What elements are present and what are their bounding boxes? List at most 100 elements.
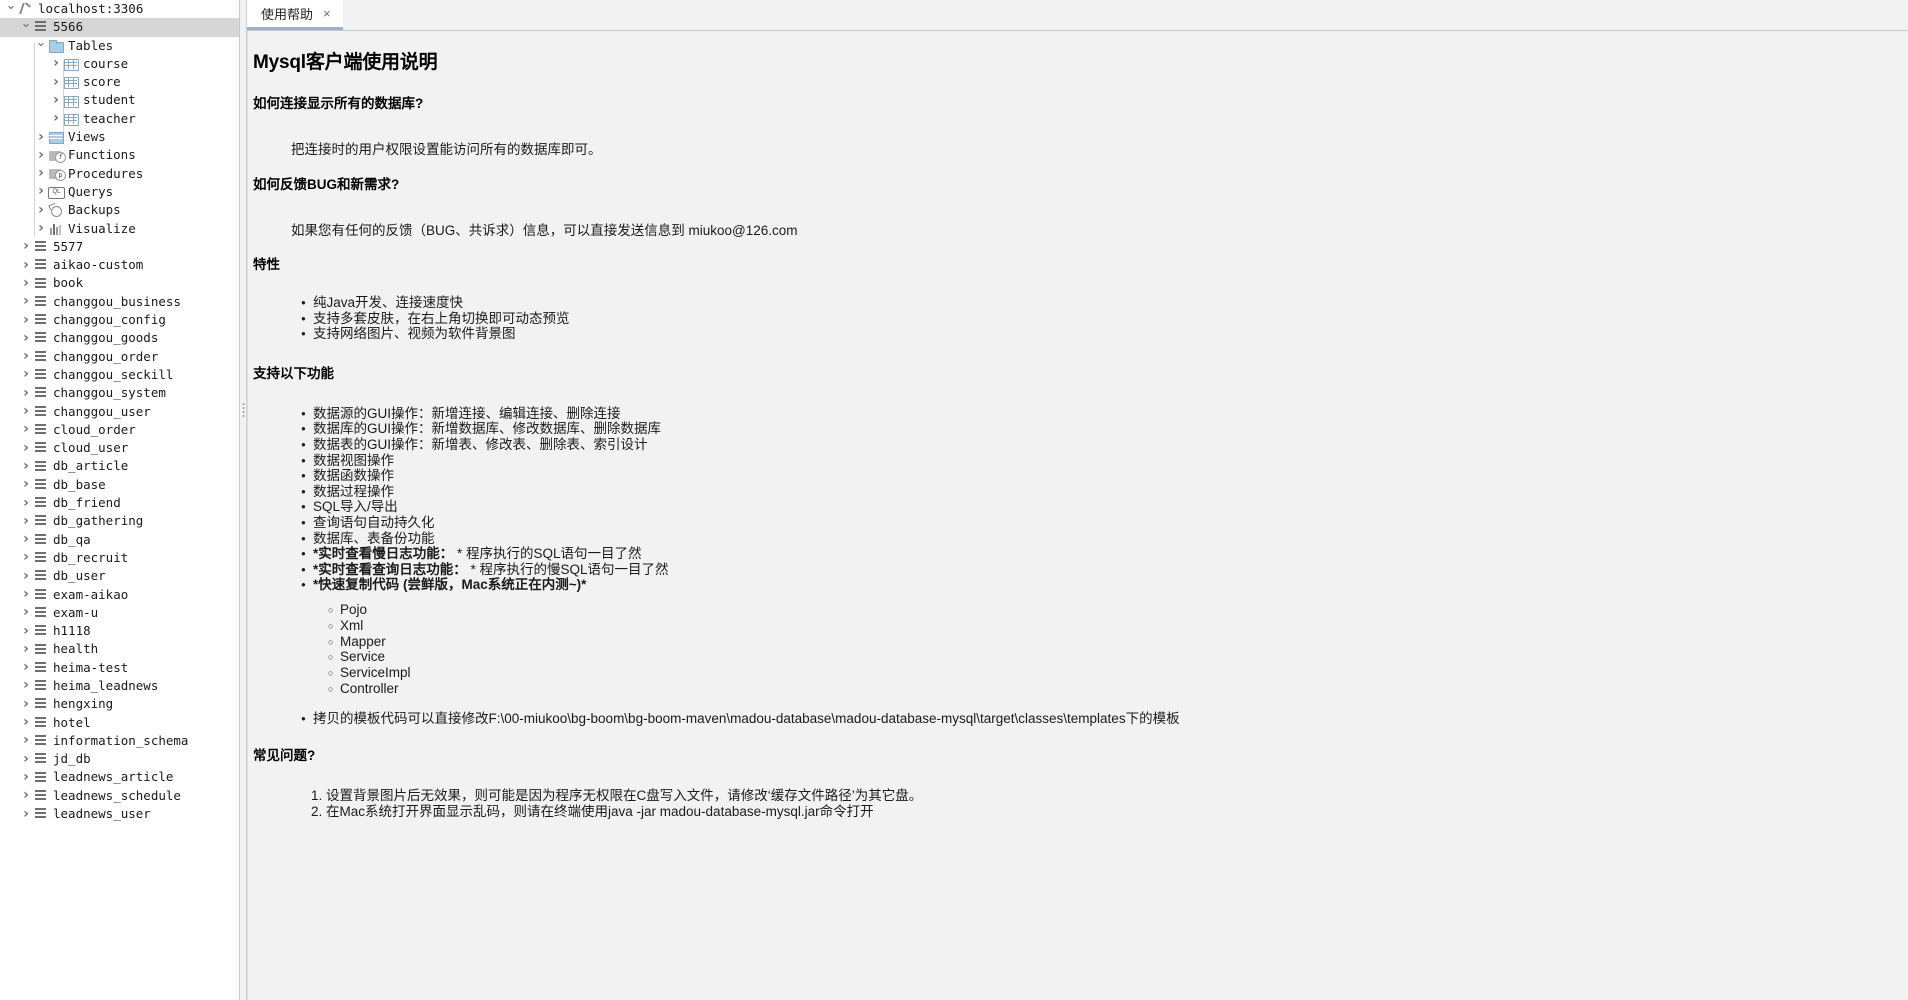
database-tree-sidebar[interactable]: localhost:3306 5566 Tables course score stude… <box>0 0 240 1000</box>
chevron-right-icon[interactable] <box>19 237 33 256</box>
tree-node-leadnews_user[interactable]: leadnews_user <box>0 805 239 823</box>
tree-node-score[interactable]: score <box>0 73 239 91</box>
tree-node-changgou_config[interactable]: changgou_config <box>0 311 239 329</box>
tree-node-querys[interactable]: Querys <box>0 183 239 201</box>
tree-node-db_recruit[interactable]: db_recruit <box>0 549 239 567</box>
chevron-right-icon[interactable] <box>19 731 33 750</box>
host-icon <box>18 2 34 16</box>
chevron-right-icon[interactable] <box>19 329 33 348</box>
tree-node-course[interactable]: course <box>0 55 239 73</box>
tree-node-changgou_order[interactable]: changgou_order <box>0 348 239 366</box>
chevron-right-icon[interactable] <box>19 530 33 549</box>
tree-node-changgou_system[interactable]: changgou_system <box>0 384 239 402</box>
chevron-right-icon[interactable] <box>19 676 33 695</box>
chevron-right-icon[interactable] <box>19 768 33 787</box>
tree-node-cloud_user[interactable]: cloud_user <box>0 439 239 457</box>
tree-node-exam-aikao[interactable]: exam-aikao <box>0 586 239 604</box>
tree-node-db_article[interactable]: db_article <box>0 457 239 475</box>
panel-splitter[interactable] <box>240 0 247 1000</box>
chevron-right-icon[interactable] <box>19 420 33 439</box>
tree-node-db_friend[interactable]: db_friend <box>0 494 239 512</box>
chevron-right-icon[interactable] <box>19 750 33 769</box>
tree-node-db_user[interactable]: db_user <box>0 567 239 585</box>
tree-node-changgou_business[interactable]: changgou_business <box>0 293 239 311</box>
chevron-right-icon[interactable] <box>19 347 33 366</box>
chevron-right-icon[interactable] <box>19 695 33 714</box>
chevron-right-icon[interactable] <box>19 384 33 403</box>
chevron-right-icon[interactable] <box>19 311 33 330</box>
tree-node-teacher[interactable]: teacher <box>0 110 239 128</box>
tree-node-db_gathering[interactable]: db_gathering <box>0 512 239 530</box>
chevron-right-icon[interactable] <box>19 365 33 384</box>
database-tree[interactable]: localhost:3306 5566 Tables course score stude… <box>0 0 239 823</box>
tree-node-leadnews_schedule[interactable]: leadnews_schedule <box>0 787 239 805</box>
chevron-right-icon[interactable] <box>19 512 33 531</box>
tree-node-student[interactable]: student <box>0 91 239 109</box>
tree-node-heima_leadnews[interactable]: heima_leadnews <box>0 677 239 695</box>
tree-node-aikao-custom[interactable]: aikao-custom <box>0 256 239 274</box>
chevron-down-icon[interactable] <box>4 0 18 18</box>
tree-node-5566[interactable]: 5566 <box>0 18 239 37</box>
tree-node-db_base[interactable]: db_base <box>0 476 239 494</box>
chevron-right-icon[interactable] <box>19 402 33 421</box>
splitter-grip-icon[interactable] <box>242 402 245 418</box>
tree-node-h1118[interactable]: h1118 <box>0 622 239 640</box>
chevron-right-icon[interactable] <box>19 786 33 805</box>
chevron-right-icon[interactable] <box>19 439 33 458</box>
tree-node-db_qa[interactable]: db_qa <box>0 531 239 549</box>
tree-node-tables[interactable]: Tables <box>0 37 239 55</box>
chevron-right-icon[interactable] <box>19 494 33 513</box>
chevron-right-icon[interactable] <box>19 548 33 567</box>
chevron-right-icon[interactable] <box>49 91 63 110</box>
database-icon <box>33 276 49 291</box>
chevron-right-icon[interactable] <box>19 622 33 641</box>
chevron-right-icon[interactable] <box>19 713 33 732</box>
chevron-down-icon[interactable] <box>19 18 33 36</box>
chevron-right-icon[interactable] <box>34 182 48 201</box>
database-icon <box>33 422 49 437</box>
tree-node-leadnews_article[interactable]: leadnews_article <box>0 768 239 786</box>
tree-node-changgou_user[interactable]: changgou_user <box>0 403 239 421</box>
tree-node-5577[interactable]: 5577 <box>0 238 239 256</box>
chevron-right-icon[interactable] <box>49 109 63 128</box>
chevron-right-icon[interactable] <box>49 54 63 73</box>
chevron-right-icon[interactable] <box>34 201 48 220</box>
chevron-right-icon[interactable] <box>19 603 33 622</box>
tree-node-exam-u[interactable]: exam-u <box>0 604 239 622</box>
chevron-right-icon[interactable] <box>19 256 33 275</box>
tree-node-heima-test[interactable]: heima-test <box>0 659 239 677</box>
chevron-right-icon[interactable] <box>19 658 33 677</box>
tree-node-jd_db[interactable]: jd_db <box>0 750 239 768</box>
chevron-right-icon[interactable] <box>19 274 33 293</box>
tree-node-cloud_order[interactable]: cloud_order <box>0 421 239 439</box>
tree-node-changgou_seckill[interactable]: changgou_seckill <box>0 366 239 384</box>
chevron-right-icon[interactable] <box>19 292 33 311</box>
tree-node-functions[interactable]: Functions <box>0 146 239 164</box>
tree-node-hengxing[interactable]: hengxing <box>0 695 239 713</box>
chevron-right-icon[interactable] <box>34 164 48 183</box>
chevron-right-icon[interactable] <box>19 585 33 604</box>
chevron-right-icon[interactable] <box>19 567 33 586</box>
chevron-right-icon[interactable] <box>19 475 33 494</box>
chevron-right-icon[interactable] <box>19 805 33 824</box>
tree-node-hotel[interactable]: hotel <box>0 714 239 732</box>
chevron-down-icon[interactable] <box>34 37 48 55</box>
tab-bar[interactable]: 使用帮助 × <box>247 0 1908 31</box>
chevron-right-icon[interactable] <box>34 128 48 147</box>
chevron-right-icon[interactable] <box>19 640 33 659</box>
tree-node-information_schema[interactable]: information_schema <box>0 732 239 750</box>
tree-node-localhost-3306[interactable]: localhost:3306 <box>0 0 239 18</box>
chevron-right-icon[interactable] <box>49 73 63 92</box>
tree-node-health[interactable]: health <box>0 640 239 658</box>
tree-node-backups[interactable]: Backups <box>0 201 239 219</box>
tree-node-visualize[interactable]: Visualize <box>0 220 239 238</box>
chevron-right-icon[interactable] <box>19 457 33 476</box>
tree-node-procedures[interactable]: Procedures <box>0 165 239 183</box>
tree-node-changgou_goods[interactable]: changgou_goods <box>0 329 239 347</box>
tree-node-book[interactable]: book <box>0 274 239 292</box>
close-icon[interactable]: × <box>323 7 331 20</box>
tree-node-views[interactable]: Views <box>0 128 239 146</box>
chevron-right-icon[interactable] <box>34 219 48 238</box>
chevron-right-icon[interactable] <box>34 146 48 165</box>
tab-usage-help[interactable]: 使用帮助 × <box>247 0 343 30</box>
